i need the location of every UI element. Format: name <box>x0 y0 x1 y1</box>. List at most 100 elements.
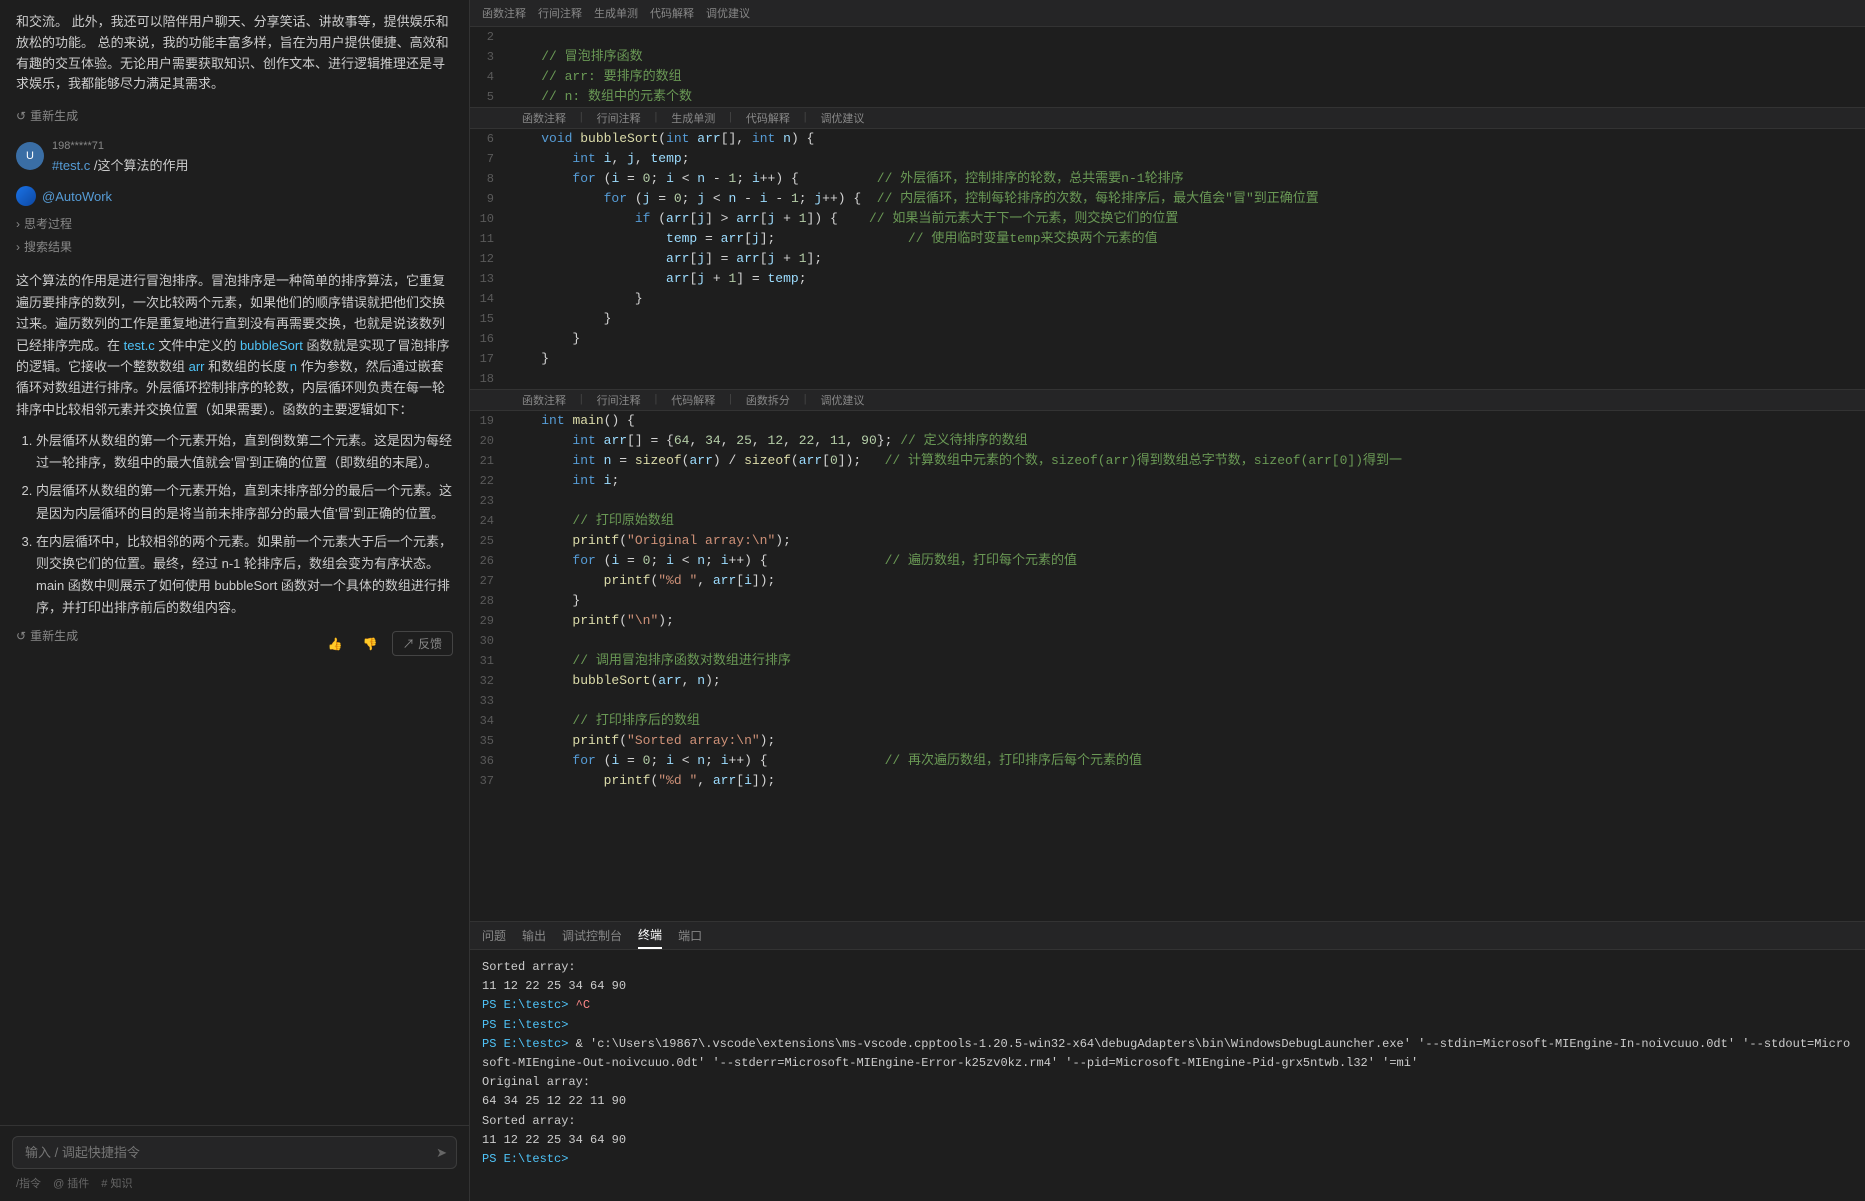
send-icon[interactable]: ➤ <box>436 1145 447 1161</box>
term-line-9: Sorted array: <box>482 1112 1853 1131</box>
inline-tb-explain[interactable]: 代码解释 <box>746 110 790 126</box>
code-line-13: 13 arr[j + 1] = temp; <box>470 269 1865 289</box>
code-line-30: 30 <box>470 631 1865 651</box>
autowork-block: @AutoWork › 思考过程 › 搜索结果 <box>16 186 453 258</box>
main-func-ref: main <box>36 578 64 593</box>
inline-tb2-sep2: | <box>653 394 660 406</box>
code-line-10: 10 if (arr[j] > arr[j + 1]) { // 如果当前元素大… <box>470 209 1865 229</box>
list-item-2: 内层循环从数组的第一个元素开始，直到末排序部分的最后一个元素。这是因为内层循环的… <box>36 480 453 524</box>
term-line-1: Sorted array: <box>482 958 1853 977</box>
tab-output[interactable]: 输出 <box>522 922 546 949</box>
input-hints: /指令 @ 插件 # 知识 <box>12 1175 457 1191</box>
inline-tb-sep4: | <box>802 112 809 124</box>
feedback-button[interactable]: ↗ 反馈 <box>392 631 453 656</box>
code-line-16: 16 } <box>470 329 1865 349</box>
chevron-right-icon: › <box>16 217 20 231</box>
inline-tb2-sep1: | <box>578 394 585 406</box>
code-line-36: 36 for (i = 0; i < n; i++) { // 再次遍历数组，打… <box>470 751 1865 771</box>
code-line-28: 28 } <box>470 591 1865 611</box>
tab-debug[interactable]: 调试控制台 <box>562 922 622 949</box>
regenerate-button-2[interactable]: ↺ 重新生成 <box>16 627 78 644</box>
search-results-button[interactable]: › 搜索结果 <box>16 235 72 258</box>
ai-message-1: 和交流。 此外，我还可以陪伴用户聊天、分享笑话、讲故事等，提供娱乐和放松的功能。… <box>16 12 453 95</box>
inline-tb2-func[interactable]: 函数注释 <box>522 392 566 408</box>
user-text: #test.c /这个算法的作用 <box>52 155 453 174</box>
thumbdown-icon: 👎 <box>363 637 378 651</box>
avatar: U <box>16 142 44 170</box>
code-line-18: 18 <box>470 369 1865 389</box>
code-line-9: 9 for (j = 0; j < n - i - 1; j++) { // 内… <box>470 189 1865 209</box>
right-panel: 函数注释 行间注释 生成单测 代码解释 调优建议 2 3 // 冒泡排序函数 4… <box>470 0 1865 1201</box>
code-line-15: 15 } <box>470 309 1865 329</box>
code-container[interactable]: 2 3 // 冒泡排序函数 4 // arr: 要排序的数组 5 // n: 数… <box>470 27 1865 921</box>
chat-input[interactable] <box>12 1136 457 1169</box>
code-line-21: 21 int n = sizeof(arr) / sizeof(arr[0]);… <box>470 451 1865 471</box>
inline-tb2-opt[interactable]: 调优建议 <box>820 392 864 408</box>
file-ref: test.c <box>124 338 155 353</box>
autowork-label: @AutoWork <box>42 189 112 204</box>
inline-tb2-sep3: | <box>727 394 734 406</box>
inline-tb2-line[interactable]: 行间注释 <box>597 392 641 408</box>
code-line-3: 3 // 冒泡排序函数 <box>470 47 1865 67</box>
list-item-1: 外层循环从数组的第一个元素开始，直到倒数第二个元素。这是因为每经过一轮排序，数组… <box>36 430 453 474</box>
tab-terminal[interactable]: 终端 <box>638 922 662 949</box>
inline-tb2-split[interactable]: 函数拆分 <box>746 392 790 408</box>
inline-tb-sep3: | <box>727 112 734 124</box>
toolbar-gen-test[interactable]: 生成单测 <box>594 3 638 23</box>
tab-issues[interactable]: 问题 <box>482 922 506 949</box>
inline-tb-single[interactable]: 生成单测 <box>671 110 715 126</box>
term-line-7: Original array: <box>482 1073 1853 1092</box>
user-id: 198*****71 <box>52 140 453 152</box>
hint-plugin[interactable]: @ 插件 <box>53 1175 89 1191</box>
code-line-23: 23 <box>470 491 1865 511</box>
hint-cmd[interactable]: /指令 <box>16 1175 41 1191</box>
inline-toolbar-2: 函数注释 | 行间注释 | 代码解释 | 函数拆分 | 调优建议 <box>470 389 1865 411</box>
think-process-button[interactable]: › 思考过程 <box>16 212 72 235</box>
toolbar-code-explain[interactable]: 代码解释 <box>650 3 694 23</box>
user-message-block: U 198*****71 #test.c /这个算法的作用 <box>16 140 453 174</box>
file-mention: #test.c <box>52 158 90 173</box>
code-line-11: 11 temp = arr[j]; // 使用临时变量temp来交换两个元素的值 <box>470 229 1865 249</box>
code-line-5: 5 // n: 数组中的元素个数 <box>470 87 1865 107</box>
response-text-1: 这个算法的作用是进行冒泡排序。冒泡排序是一种简单的排序算法，它重复遍历要排序的数… <box>16 270 453 420</box>
toolbar-func-comment[interactable]: 函数注释 <box>482 3 526 23</box>
inline-toolbar-1: 函数注释 | 行间注释 | 生成单测 | 代码解释 | 调优建议 <box>470 107 1865 129</box>
code-line-35: 35 printf("Sorted array:\n"); <box>470 731 1865 751</box>
code-line-22: 22 int i; <box>470 471 1865 491</box>
term-line-11: PS E:\testc> <box>482 1150 1853 1169</box>
inline-tb-line[interactable]: 行间注释 <box>597 110 641 126</box>
terminal-tabs: 问题 输出 调试控制台 终端 端口 <box>470 922 1865 950</box>
code-line-7: 7 int i, j, temp; <box>470 149 1865 169</box>
inline-tb-opt[interactable]: 调优建议 <box>820 110 864 126</box>
tab-ports[interactable]: 端口 <box>678 922 702 949</box>
inline-tb2-explain[interactable]: 代码解释 <box>671 392 715 408</box>
term-line-5: PS E:\testc> & 'c:\Users\19867\.vscode\e… <box>482 1035 1853 1073</box>
term-line-4: PS E:\testc> <box>482 1016 1853 1035</box>
code-line-2: 2 <box>470 27 1865 47</box>
code-line-20: 20 int arr[] = {64, 34, 25, 12, 22, 11, … <box>470 431 1865 451</box>
term-line-10: 11 12 22 25 34 64 90 <box>482 1131 1853 1150</box>
thumbdown-button[interactable]: 👎 <box>357 634 384 654</box>
thumbup-icon: 👍 <box>328 637 343 651</box>
top-toolbar-strip: 函数注释 行间注释 生成单测 代码解释 调优建议 <box>470 0 1865 27</box>
input-area: ➤ /指令 @ 插件 # 知识 <box>0 1125 469 1201</box>
code-line-17: 17 } <box>470 349 1865 369</box>
inline-tb-sep2: | <box>653 112 660 124</box>
terminal-area: 问题 输出 调试控制台 终端 端口 Sorted array: 11 12 22… <box>470 921 1865 1201</box>
code-line-19: 19 int main() { <box>470 411 1865 431</box>
hint-knowledge[interactable]: # 知识 <box>101 1175 132 1191</box>
code-line-31: 31 // 调用冒泡排序函数对数组进行排序 <box>470 651 1865 671</box>
toolbar-line-comment[interactable]: 行间注释 <box>538 3 582 23</box>
inline-tb-sep1: | <box>578 112 585 124</box>
terminal-content[interactable]: Sorted array: 11 12 22 25 34 64 90 PS E:… <box>470 950 1865 1201</box>
list-item-3: 在内层循环中，比较相邻的两个元素。如果前一个元素大于后一个元素，则交换它们的位置… <box>36 531 453 619</box>
regenerate-button-1[interactable]: ↺ 重新生成 <box>16 107 78 124</box>
code-line-37: 37 printf("%d ", arr[i]); <box>470 771 1865 791</box>
thumbup-button[interactable]: 👍 <box>322 634 349 654</box>
autowork-icon <box>16 186 36 206</box>
param-arr: arr <box>189 359 205 374</box>
refresh-icon: ↺ <box>16 109 26 123</box>
toolbar-optimize[interactable]: 调优建议 <box>706 3 750 23</box>
inline-tb-func[interactable]: 函数注释 <box>522 110 566 126</box>
refresh-icon-2: ↺ <box>16 629 26 643</box>
